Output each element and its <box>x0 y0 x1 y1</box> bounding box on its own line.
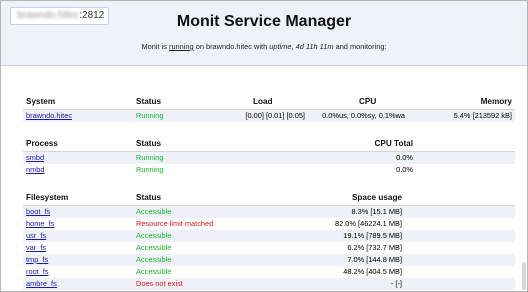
status-prefix: Monit is <box>141 42 167 51</box>
filesystem-rows: boot_fs Accessible 8.3% [15.1 MB] home_f… <box>23 206 515 290</box>
table-row: nmbd Running 0.0% <box>23 164 515 176</box>
status-badge: Running <box>136 153 164 162</box>
filesystem-name-link[interactable]: var_fs <box>26 243 46 252</box>
space-usage-value: 7.0% [144.8 MB] <box>347 255 402 264</box>
system-section: System Status Load CPU Memory brawndo.hi… <box>23 97 515 122</box>
uptime-value: 4d 11h 11m <box>295 42 334 51</box>
system-name-link[interactable]: brawndo.hitec <box>26 111 72 120</box>
status-on-host: on brawndo.hitec with <box>195 42 268 51</box>
filesystem-name-link[interactable]: tmp_fs <box>26 255 48 264</box>
table-row: brawndo.hitec Running [0.00] [0.01] [0.0… <box>23 110 515 122</box>
table-row: home_fs Resource limit matched 82.0% [46… <box>23 218 515 230</box>
monit-window: brawndo.hitec:2812 Monit Service Manager… <box>0 0 528 292</box>
system-col-memory: Memory <box>480 97 512 106</box>
process-header-row: Process Status CPU Total <box>23 139 515 150</box>
process-col-name: Process <box>26 139 58 148</box>
space-usage-value: 6.2% [732.7 MB] <box>347 243 402 252</box>
process-name-link[interactable]: nmbd <box>26 165 45 174</box>
table-row: usr_fs Accessible 19.1% [789.5 MB] <box>23 230 515 242</box>
load-value: [0.00] [0.01] [0.05] <box>245 111 305 120</box>
process-col-cpu-total: CPU Total <box>374 139 413 148</box>
system-col-status: Status <box>136 97 162 106</box>
filesystem-header-row: Filesystem Status Space usage <box>23 193 515 204</box>
space-usage-value: 48.2% [404.5 MB] <box>343 267 402 276</box>
status-badge: Does not exist <box>136 279 183 288</box>
filesystem-section: Filesystem Status Space usage boot_fs Ac… <box>23 193 515 290</box>
filesystem-name-link[interactable]: boot_fs <box>26 207 50 216</box>
table-row: var_fs Accessible 6.2% [732.7 MB] <box>23 242 515 254</box>
status-badge: Resource limit matched <box>136 219 214 228</box>
process-col-status: Status <box>136 139 162 148</box>
filesystem-col-space: Space usage <box>351 193 402 202</box>
status-badge: Accessible <box>136 267 172 276</box>
memory-value: 5.4% [213592 kB] <box>453 111 512 120</box>
status-badge: Accessible <box>136 255 172 264</box>
status-badge: Accessible <box>136 243 172 252</box>
filesystem-name-link[interactable]: usr_fs <box>26 231 46 240</box>
status-line: Monit is running on brawndo.hitec with u… <box>1 42 527 51</box>
space-usage-value: 19.1% [789.5 MB] <box>343 231 402 240</box>
space-usage-value: 8.3% [15.1 MB] <box>351 207 402 216</box>
space-usage-value: 82.0% [46224.1 MB] <box>335 219 402 228</box>
page-title: Monit Service Manager <box>176 13 352 30</box>
filesystem-name-link[interactable]: root_fs <box>26 267 49 276</box>
filesystem-name-link[interactable]: home_fs <box>26 219 54 228</box>
system-header-row: System Status Load CPU Memory <box>23 97 515 108</box>
table-row: root_fs Accessible 48.2% [404.5 MB] <box>23 266 515 278</box>
space-usage-value: - [-] <box>390 279 402 288</box>
table-row: ambre_fs Does not exist - [-] <box>23 278 515 290</box>
system-col-load: Load <box>253 97 273 106</box>
cpu-value: 0.0%us, 0.0%sy, 0.1%wa <box>322 111 405 120</box>
status-badge: Running <box>136 111 164 120</box>
table-row: boot_fs Accessible 8.3% [15.1 MB] <box>23 206 515 218</box>
table-row: smbd Running 0.0% <box>23 152 515 164</box>
cpu-total-value: 0.0% <box>396 153 413 162</box>
process-section: Process Status CPU Total smbd Running 0.… <box>23 139 515 176</box>
filesystem-name-link[interactable]: ambre_fs <box>26 279 57 288</box>
system-col-cpu: CPU <box>359 97 377 106</box>
page-header: brawndo.hitec:2812 Monit Service Manager… <box>1 1 527 66</box>
process-name-link[interactable]: smbd <box>26 153 44 162</box>
status-suffix: and monitoring: <box>335 42 387 51</box>
filesystem-col-status: Status <box>136 193 162 202</box>
filesystem-col-name: Filesystem <box>26 193 69 202</box>
table-row: tmp_fs Accessible 7.0% [144.8 MB] <box>23 254 515 266</box>
status-badge: Running <box>136 165 164 174</box>
system-col-name: System <box>26 97 56 106</box>
cpu-total-value: 0.0% <box>396 165 413 174</box>
status-badge: Accessible <box>136 231 172 240</box>
running-link[interactable]: running <box>169 42 194 51</box>
status-badge: Accessible <box>136 207 172 216</box>
scrollbar[interactable] <box>522 262 526 290</box>
uptime-label: uptime, <box>269 42 294 51</box>
